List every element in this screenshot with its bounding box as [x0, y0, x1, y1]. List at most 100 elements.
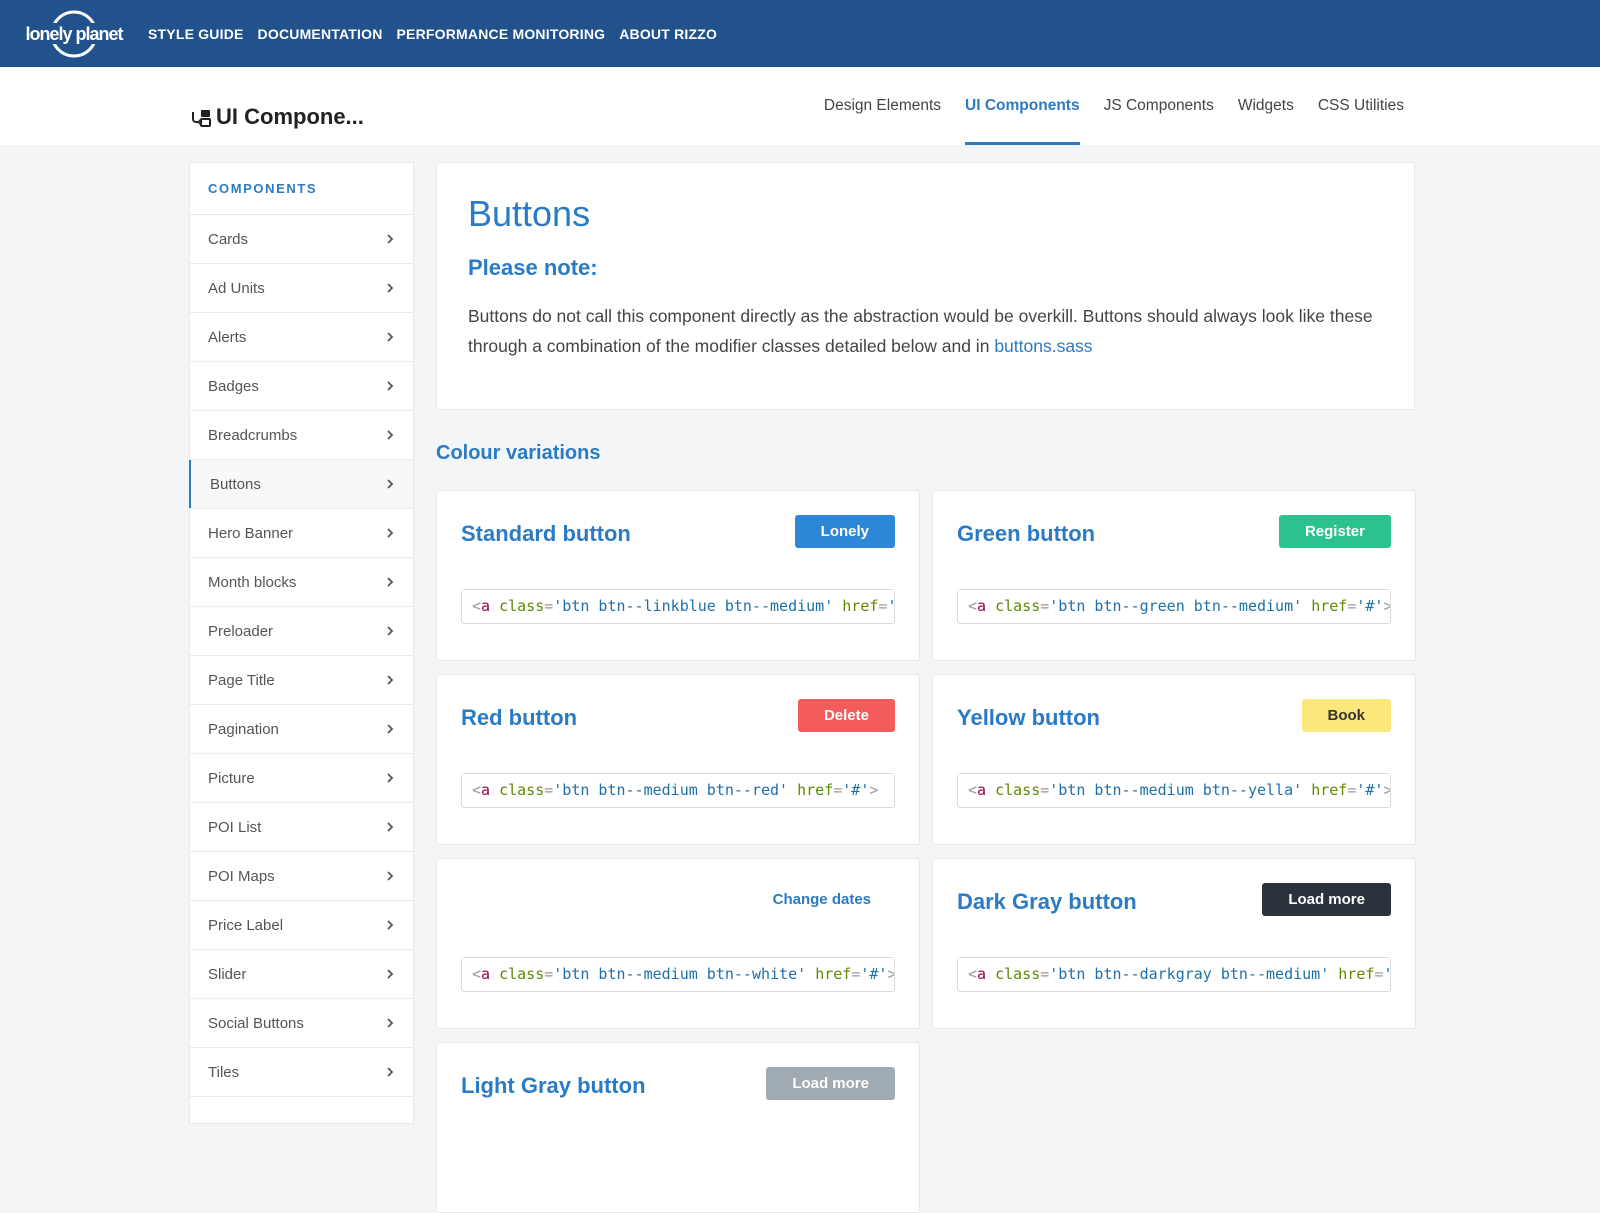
tab-widgets[interactable]: Widgets [1238, 67, 1294, 145]
code-token: = [544, 965, 554, 983]
sidebar-item-buttons[interactable]: Buttons [189, 460, 413, 509]
code-token: 'btn btn--medium btn--white' [553, 965, 807, 983]
code-token: = [1347, 781, 1357, 799]
tab-js-components[interactable]: JS Components [1104, 67, 1214, 145]
sidebar-item-slider[interactable]: Slider [190, 950, 413, 999]
code-snippet[interactable]: <a class='btn btn--medium btn--red' href… [461, 773, 895, 808]
yellow-button-card: Yellow button Book <a class='btn btn--me… [932, 674, 1416, 845]
code-token: 'btn btn--medium btn--yella' [1049, 781, 1303, 799]
sidebar-item-preloader[interactable]: Preloader [190, 607, 413, 656]
code-token: = [1347, 597, 1357, 615]
sidebar-item-poi-list[interactable]: POI List [190, 803, 413, 852]
chevron-right-icon [387, 381, 394, 391]
sidebar-item-picture[interactable]: Picture [190, 754, 413, 803]
sidebar-item-price-label[interactable]: Price Label [190, 901, 413, 950]
tab-design-elements[interactable]: Design Elements [824, 67, 941, 145]
lonely-button[interactable]: Lonely [794, 515, 895, 548]
chevron-right-icon [387, 969, 394, 979]
code-token: 'btn btn--medium btn--red' [553, 781, 789, 799]
sidebar-item-tiles[interactable]: Tiles [190, 1048, 413, 1097]
code-token: '#' [842, 781, 870, 799]
code-snippet[interactable]: <a class='btn btn--green btn--medium' hr… [957, 589, 1391, 624]
logo-wordmark: lonely planet [25, 24, 123, 44]
tab-ui-components[interactable]: UI Components [965, 67, 1080, 145]
code-token: class [995, 597, 1041, 615]
intro-card: Buttons Please note: Buttons do not call… [436, 162, 1415, 410]
code-token: class [995, 965, 1041, 983]
sidebar-item-social-buttons[interactable]: Social Buttons [190, 999, 413, 1048]
code-token: = [544, 597, 554, 615]
chevron-right-icon [387, 430, 394, 440]
load-more-dark-button[interactable]: Load more [1262, 883, 1391, 916]
primary-nav: STYLE GUIDE DOCUMENTATION PERFORMANCE MO… [148, 0, 731, 67]
code-token: href [1311, 597, 1348, 615]
sidebar-item-alerts[interactable]: Alerts [190, 313, 413, 362]
sidebar-item-label: Month blocks [208, 573, 297, 591]
sidebar-item-page-title[interactable]: Page Title [190, 656, 413, 705]
register-button[interactable]: Register [1278, 515, 1391, 548]
buttons-sass-link[interactable]: buttons.sass [994, 336, 1092, 356]
code-token: a [481, 965, 491, 983]
chevron-right-icon [387, 1018, 394, 1028]
intro-title: Buttons [468, 193, 591, 234]
nav-documentation[interactable]: DOCUMENTATION [258, 26, 383, 42]
intro-text: Buttons do not call this component direc… [468, 301, 1388, 361]
sidebar-item-cards[interactable]: Cards [190, 215, 413, 264]
code-token: < [968, 965, 978, 983]
nav-about-rizzo[interactable]: ABOUT RIZZO [619, 26, 717, 42]
section-tabs: Design Elements UI Components JS Compone… [800, 67, 1404, 145]
sidebar-item-ad-units[interactable]: Ad Units [190, 264, 413, 313]
code-snippet[interactable]: <a class='btn btn--darkgray btn--medium'… [957, 957, 1391, 992]
sidebar-item-label: Social Buttons [208, 1014, 304, 1032]
code-token: 'btn btn--green btn--medium' [1049, 597, 1303, 615]
lonely-planet-logo[interactable]: lonely planet [22, 10, 126, 58]
sidebar-item-breadcrumbs[interactable]: Breadcrumbs [190, 411, 413, 460]
code-token: a [977, 965, 987, 983]
sidebar-item-label: Page Title [208, 671, 275, 689]
sidebar-item-pagination[interactable]: Pagination [190, 705, 413, 754]
card-title: Green button [957, 521, 1096, 546]
chevron-right-icon [387, 577, 394, 587]
code-token: href [1311, 781, 1348, 799]
sidebar-item-label: Buttons [210, 475, 261, 493]
chevron-right-icon [387, 871, 394, 881]
sidebar-item-hero-banner[interactable]: Hero Banner [190, 509, 413, 558]
code-token: < [968, 597, 978, 615]
intro-text-body: Buttons do not call this component direc… [468, 306, 1373, 356]
nav-style-guide[interactable]: STYLE GUIDE [148, 26, 244, 42]
sidebar-item-month-blocks[interactable]: Month blocks [190, 558, 413, 607]
code-token: '#' [1356, 597, 1384, 615]
code-snippet[interactable]: <a class='btn btn--medium btn--yella' hr… [957, 773, 1391, 808]
sidebar-item-badges[interactable]: Badges [190, 362, 413, 411]
code-token: '#' [860, 965, 888, 983]
code-snippet[interactable]: <a class='btn btn--medium btn--white' hr… [461, 957, 895, 992]
code-token: class [499, 781, 545, 799]
code-token: > [869, 781, 879, 799]
change-dates-button[interactable]: Change dates [748, 883, 895, 916]
delete-button[interactable]: Delete [797, 699, 895, 732]
code-token: < [472, 597, 482, 615]
code-token: class [499, 965, 545, 983]
chevron-right-icon [387, 626, 394, 636]
code-token: = [1040, 597, 1050, 615]
sidebar-item-label: Badges [208, 377, 259, 395]
card-title: Yellow button [957, 705, 1100, 730]
sidebar-item-label: Slider [208, 965, 247, 983]
load-more-light-button[interactable]: Load more [766, 1067, 895, 1100]
code-snippet[interactable]: <a class='btn btn--linkblue btn--medium'… [461, 589, 895, 624]
nav-performance-monitoring[interactable]: PERFORMANCE MONITORING [397, 26, 606, 42]
card-title: Red button [461, 705, 578, 730]
sidebar-item-poi-maps[interactable]: POI Maps [190, 852, 413, 901]
code-token: > [1383, 781, 1390, 799]
code-token: > [1383, 597, 1390, 615]
card-title: Dark Gray button [957, 889, 1137, 914]
sidebar-item-label: Pagination [208, 720, 279, 738]
sidebar-item-label: Alerts [208, 328, 247, 346]
tab-css-utilities[interactable]: CSS Utilities [1318, 67, 1404, 145]
code-token: a [977, 597, 987, 615]
sidebar-item-label: Preloader [208, 622, 274, 640]
colour-variations-heading: Colour variations [436, 442, 601, 464]
code-token: < [472, 781, 482, 799]
book-button[interactable]: Book [1301, 699, 1391, 732]
sidebar-item-label: Price Label [208, 916, 284, 934]
